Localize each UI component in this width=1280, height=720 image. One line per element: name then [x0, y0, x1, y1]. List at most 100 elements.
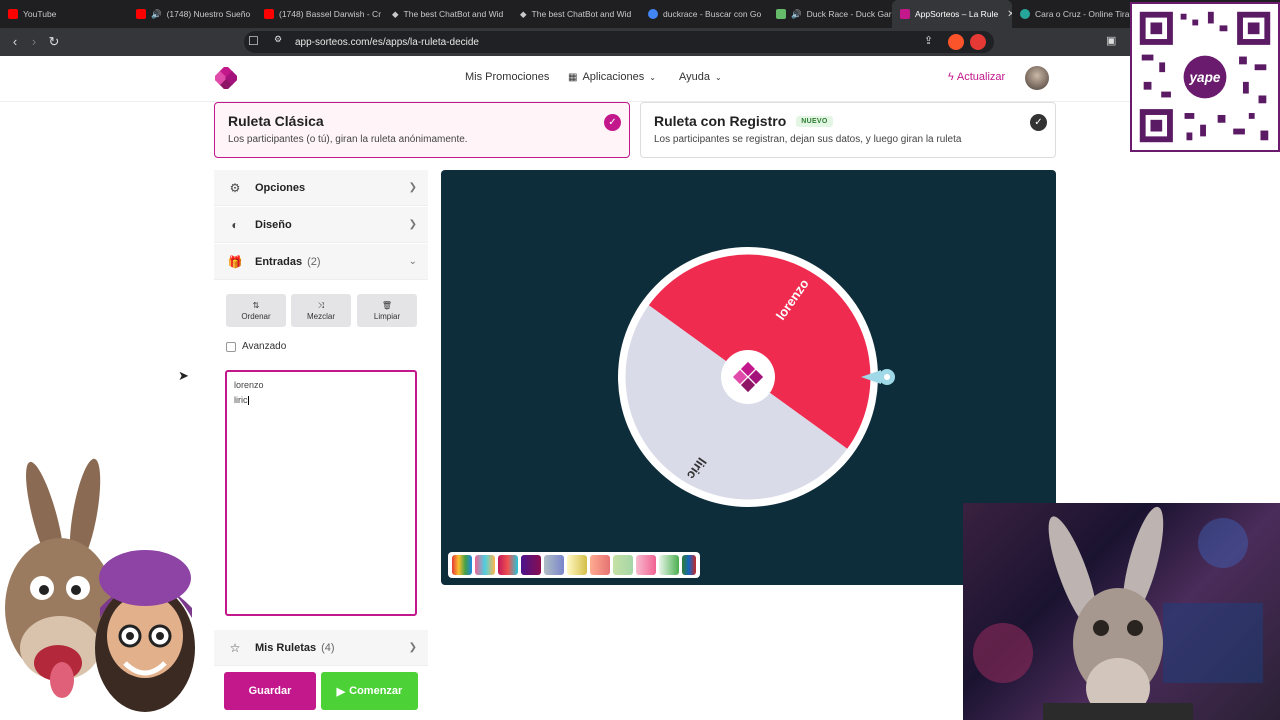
checkbox[interactable] [226, 341, 236, 352]
browser-tab-bar: YouTube 🔊 (1748) Nuestro Sueño (1748) Ba… [0, 0, 1280, 28]
wheels-count: (4) [321, 641, 335, 654]
speaker-icon: 🔊 [151, 8, 162, 19]
browser-tab[interactable]: YouTube [0, 0, 128, 28]
chevron-right-icon: ❯ [408, 642, 417, 653]
entry-line: liric [234, 395, 248, 405]
mode-card-classic[interactable]: Ruleta Clásica Los participantes (o tú),… [214, 102, 630, 158]
palette-swatch[interactable] [636, 555, 656, 575]
qr-code-icon: yape [1130, 2, 1280, 152]
checkmark-icon: ✓ [604, 114, 621, 131]
new-badge: NUEVO [796, 115, 833, 127]
chevron-right-icon: ❯ [408, 219, 417, 230]
avatar[interactable] [1025, 66, 1049, 90]
qr-label: yape [1188, 70, 1220, 85]
shuffle-button[interactable]: ⤨ Mezclar [291, 294, 351, 327]
browser-tab[interactable]: 🔊 Duck Race - Duck Gar [768, 0, 892, 28]
button-label: Limpiar [373, 312, 401, 321]
tab-title: Cara o Cruz - Online Tira [1035, 9, 1130, 19]
palette-swatch[interactable] [521, 555, 541, 575]
google-icon [648, 9, 658, 19]
tab-title: AppSorteos – La Rule [915, 9, 999, 19]
advanced-checkbox[interactable]: Avanzado [226, 341, 286, 352]
brave-rewards-icon[interactable] [970, 34, 986, 50]
save-label: Guardar [248, 685, 292, 697]
nav-label: Ayuda [679, 71, 710, 83]
advanced-label: Avanzado [242, 341, 287, 352]
play-icon: ▶ [336, 685, 346, 698]
palette-swatch[interactable] [613, 555, 633, 575]
browser-tab[interactable]: Cara o Cruz - Online Tira [1012, 0, 1130, 28]
nav-aplicaciones[interactable]: ▦ Aplicaciones ⌄ [568, 71, 656, 83]
tab-title: The best ChatBot and Wid [403, 9, 504, 19]
palette-swatch[interactable] [475, 555, 495, 575]
entries-textarea[interactable]: lorenzo liric [225, 370, 417, 616]
sidebar-my-wheels[interactable]: ☆ Mis Ruletas (4) ❯ [214, 630, 428, 666]
tab-title: The best ChatBot and Wid [531, 9, 632, 19]
share-icon[interactable]: ⇪ [924, 34, 933, 47]
palette-swatch[interactable] [498, 555, 518, 575]
app-header: Mis Promociones ▦ Aplicaciones ⌄ Ayuda ⌄… [0, 56, 1280, 102]
browser-tab[interactable]: 🔊 (1748) Nuestro Sueño [128, 0, 256, 28]
start-label: Comenzar [349, 685, 403, 697]
bookmark-icon[interactable]: ☐ [248, 34, 259, 48]
color-palette-picker[interactable] [448, 552, 700, 578]
tab-title: Duck Race - Duck Gar [806, 9, 892, 19]
sidebar-toggle-icon[interactable]: ▣ [1106, 34, 1116, 47]
checkmark-icon: ✓ [1030, 114, 1047, 131]
start-button[interactable]: ▶ Comenzar [321, 672, 418, 710]
star-icon: ☆ [229, 640, 241, 655]
chevron-right-icon: ❯ [408, 182, 417, 193]
browser-tab[interactable]: ◆ The best ChatBot and Wid [384, 0, 512, 28]
reload-icon[interactable]: ↻ [46, 34, 62, 50]
save-button[interactable]: Guardar [224, 672, 316, 710]
sidebar-entries[interactable]: 🎁 Entradas (2) ⌄ [214, 244, 428, 280]
back-icon[interactable]: ‹ [7, 34, 23, 50]
chatbot-icon: ◆ [392, 8, 399, 19]
nav-ayuda[interactable]: Ayuda ⌄ [679, 71, 722, 83]
sort-button[interactable]: ⇅ Ordenar [226, 294, 286, 327]
wheel-hub[interactable] [721, 350, 775, 404]
palette-swatch[interactable] [590, 555, 610, 575]
nav-label: Mis Promociones [465, 71, 550, 83]
tab-title: (1748) Nuestro Sueño [166, 9, 251, 19]
appsorteos-logo-icon[interactable] [215, 67, 237, 89]
gift-icon: 🎁 [227, 254, 243, 269]
sidebar-design[interactable]: ◐ Diseño ❯ [214, 207, 428, 243]
upgrade-link[interactable]: ϟ Actualizar [948, 71, 1005, 83]
nav-mis-promociones[interactable]: Mis Promociones [465, 71, 549, 83]
browser-tab[interactable]: (1748) Bassel Darwish - Cr [256, 0, 384, 28]
brave-shield-icon[interactable] [948, 34, 964, 50]
button-label: Mezclar [306, 312, 335, 321]
entries-count: (2) [307, 255, 321, 268]
browser-tab-active[interactable]: AppSorteos – La Rule ✕ [892, 0, 1012, 28]
mode-card-registration[interactable]: Ruleta con Registro NUEVO Los participan… [640, 102, 1056, 158]
url-text: app-sorteos.com/es/apps/la-ruleta-decide [295, 36, 479, 48]
address-bar[interactable]: app-sorteos.com/es/apps/la-ruleta-decide [244, 31, 994, 53]
entries-panel: ⇅ Ordenar ⤨ Mezclar 🗑 Limpiar Avanzado l… [214, 280, 428, 630]
text-caret [247, 396, 249, 406]
sidebar-options[interactable]: ⚙ Opciones ❯ [214, 170, 428, 206]
youtube-icon [264, 9, 274, 19]
streamer-mascot-icon [5, 458, 195, 712]
forward-icon[interactable]: › [26, 34, 42, 50]
sidebar-label: Entradas [255, 255, 303, 268]
speaker-icon: 🔊 [791, 8, 802, 19]
coin-icon [1020, 9, 1030, 19]
browser-tab[interactable]: ◆ The best ChatBot and Wid [512, 0, 640, 28]
sort-icon: ⇅ [252, 301, 260, 310]
shuffle-icon: ⤨ [317, 301, 325, 310]
youtube-icon [8, 9, 18, 19]
palette-swatch[interactable] [659, 555, 679, 575]
duck-icon [776, 9, 786, 19]
browser-tab[interactable]: duckrace - Buscar con Go [640, 0, 768, 28]
clear-button[interactable]: 🗑 Limpiar [357, 294, 417, 327]
palette-swatch[interactable] [544, 555, 564, 575]
chevron-down-icon: ⌄ [408, 256, 417, 267]
palette-swatch[interactable] [567, 555, 587, 575]
site-settings-icon[interactable]: ⚙ [274, 34, 282, 45]
palette-swatch[interactable] [452, 555, 472, 575]
sidebar-label: Mis Ruletas [255, 641, 317, 654]
webcam-person-icon [973, 506, 1263, 720]
mode-description: Los participantes (o tú), giran la rulet… [228, 134, 468, 145]
palette-swatch[interactable] [682, 555, 696, 575]
